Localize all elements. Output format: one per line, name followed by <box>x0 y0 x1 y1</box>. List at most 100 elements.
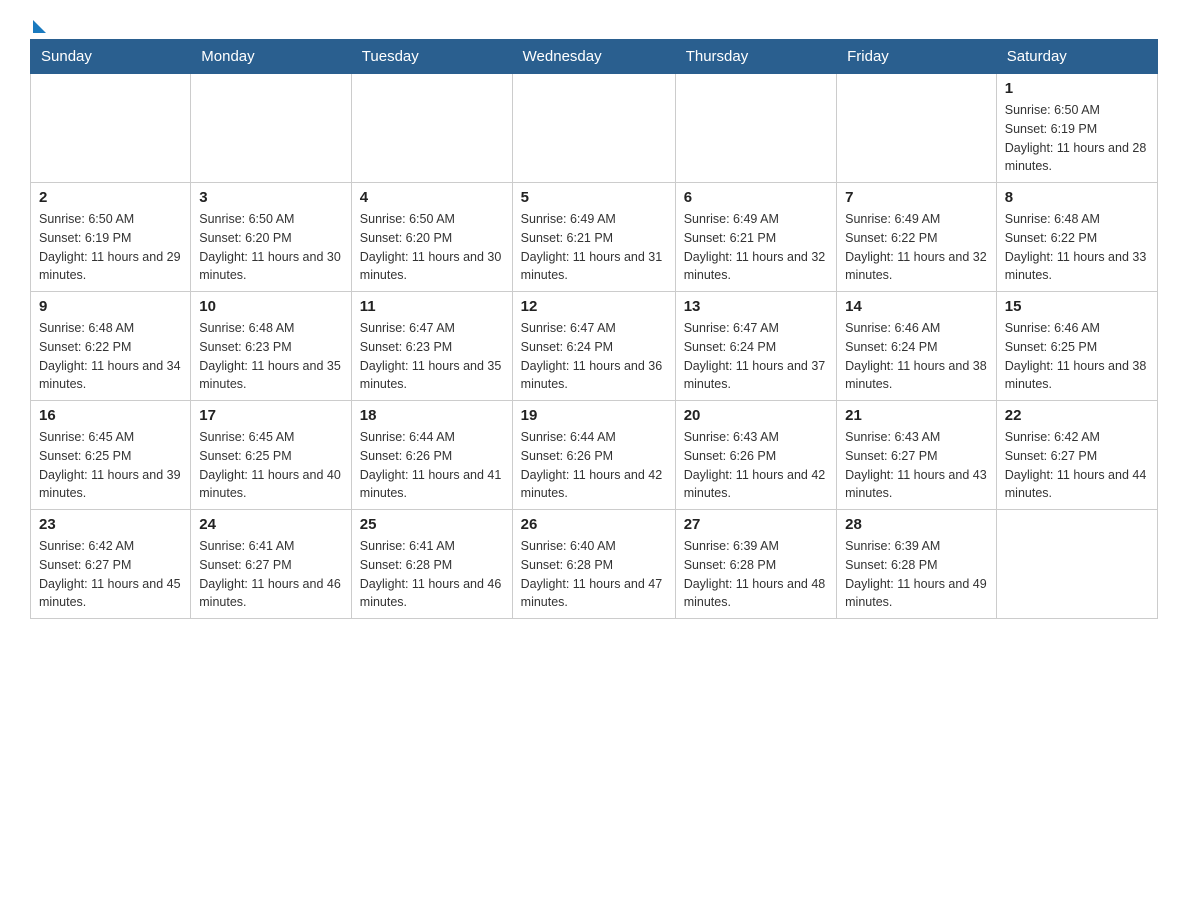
day-info: Sunrise: 6:50 AM Sunset: 6:20 PM Dayligh… <box>199 210 343 285</box>
calendar-day-cell: 3 Sunrise: 6:50 AM Sunset: 6:20 PM Daylig… <box>191 183 352 292</box>
day-number: 8 <box>1005 189 1149 206</box>
day-info: Sunrise: 6:47 AM Sunset: 6:23 PM Dayligh… <box>360 319 504 394</box>
calendar-day-cell <box>191 74 352 183</box>
calendar-day-cell: 5 Sunrise: 6:49 AM Sunset: 6:21 PM Daylig… <box>512 183 675 292</box>
day-info: Sunrise: 6:42 AM Sunset: 6:27 PM Dayligh… <box>39 537 182 612</box>
calendar-day-cell: 2 Sunrise: 6:50 AM Sunset: 6:19 PM Daylig… <box>31 183 191 292</box>
calendar-week-row: 23 Sunrise: 6:42 AM Sunset: 6:27 PM Dayli… <box>31 510 1158 619</box>
calendar-day-cell <box>675 74 836 183</box>
day-number: 10 <box>199 298 343 315</box>
day-info: Sunrise: 6:47 AM Sunset: 6:24 PM Dayligh… <box>684 319 828 394</box>
day-info: Sunrise: 6:50 AM Sunset: 6:19 PM Dayligh… <box>39 210 182 285</box>
logo-triangle-icon <box>33 20 46 33</box>
day-info: Sunrise: 6:45 AM Sunset: 6:25 PM Dayligh… <box>199 428 343 503</box>
day-info: Sunrise: 6:42 AM Sunset: 6:27 PM Dayligh… <box>1005 428 1149 503</box>
calendar-day-cell: 20 Sunrise: 6:43 AM Sunset: 6:26 PM Dayli… <box>675 401 836 510</box>
day-number: 7 <box>845 189 988 206</box>
day-number: 17 <box>199 407 343 424</box>
logo <box>30 20 46 29</box>
calendar-day-cell: 21 Sunrise: 6:43 AM Sunset: 6:27 PM Dayli… <box>837 401 997 510</box>
calendar-day-cell <box>31 74 191 183</box>
calendar-day-cell: 19 Sunrise: 6:44 AM Sunset: 6:26 PM Dayli… <box>512 401 675 510</box>
day-number: 16 <box>39 407 182 424</box>
calendar-day-cell: 27 Sunrise: 6:39 AM Sunset: 6:28 PM Dayli… <box>675 510 836 619</box>
calendar-day-cell: 17 Sunrise: 6:45 AM Sunset: 6:25 PM Dayli… <box>191 401 352 510</box>
weekday-header-monday: Monday <box>191 40 352 74</box>
day-number: 24 <box>199 516 343 533</box>
calendar-day-cell: 18 Sunrise: 6:44 AM Sunset: 6:26 PM Dayli… <box>351 401 512 510</box>
calendar-day-cell <box>512 74 675 183</box>
calendar-day-cell <box>351 74 512 183</box>
day-info: Sunrise: 6:43 AM Sunset: 6:27 PM Dayligh… <box>845 428 988 503</box>
day-info: Sunrise: 6:49 AM Sunset: 6:21 PM Dayligh… <box>521 210 667 285</box>
day-info: Sunrise: 6:44 AM Sunset: 6:26 PM Dayligh… <box>360 428 504 503</box>
calendar-day-cell: 7 Sunrise: 6:49 AM Sunset: 6:22 PM Daylig… <box>837 183 997 292</box>
day-number: 26 <box>521 516 667 533</box>
day-info: Sunrise: 6:48 AM Sunset: 6:23 PM Dayligh… <box>199 319 343 394</box>
day-info: Sunrise: 6:47 AM Sunset: 6:24 PM Dayligh… <box>521 319 667 394</box>
day-info: Sunrise: 6:44 AM Sunset: 6:26 PM Dayligh… <box>521 428 667 503</box>
day-number: 4 <box>360 189 504 206</box>
day-info: Sunrise: 6:49 AM Sunset: 6:22 PM Dayligh… <box>845 210 988 285</box>
calendar-day-cell: 25 Sunrise: 6:41 AM Sunset: 6:28 PM Dayli… <box>351 510 512 619</box>
weekday-header-tuesday: Tuesday <box>351 40 512 74</box>
weekday-header-friday: Friday <box>837 40 997 74</box>
calendar-day-cell <box>837 74 997 183</box>
calendar-day-cell: 12 Sunrise: 6:47 AM Sunset: 6:24 PM Dayli… <box>512 292 675 401</box>
day-number: 19 <box>521 407 667 424</box>
calendar-day-cell: 24 Sunrise: 6:41 AM Sunset: 6:27 PM Dayli… <box>191 510 352 619</box>
day-info: Sunrise: 6:48 AM Sunset: 6:22 PM Dayligh… <box>1005 210 1149 285</box>
day-number: 12 <box>521 298 667 315</box>
weekday-header-thursday: Thursday <box>675 40 836 74</box>
day-number: 23 <box>39 516 182 533</box>
calendar-day-cell: 11 Sunrise: 6:47 AM Sunset: 6:23 PM Dayli… <box>351 292 512 401</box>
calendar-day-cell: 16 Sunrise: 6:45 AM Sunset: 6:25 PM Dayli… <box>31 401 191 510</box>
calendar-day-cell: 9Sunrise: 6:48 AM Sunset: 6:22 PM Daylig… <box>31 292 191 401</box>
day-number: 14 <box>845 298 988 315</box>
calendar-day-cell: 8 Sunrise: 6:48 AM Sunset: 6:22 PM Daylig… <box>996 183 1157 292</box>
day-number: 20 <box>684 407 828 424</box>
calendar-week-row: 1 Sunrise: 6:50 AM Sunset: 6:19 PM Daylig… <box>31 74 1158 183</box>
calendar-day-cell: 23 Sunrise: 6:42 AM Sunset: 6:27 PM Dayli… <box>31 510 191 619</box>
weekday-header-saturday: Saturday <box>996 40 1157 74</box>
calendar-header-row: SundayMondayTuesdayWednesdayThursdayFrid… <box>31 40 1158 74</box>
day-number: 15 <box>1005 298 1149 315</box>
weekday-header-sunday: Sunday <box>31 40 191 74</box>
day-info: Sunrise: 6:39 AM Sunset: 6:28 PM Dayligh… <box>845 537 988 612</box>
calendar-day-cell <box>996 510 1157 619</box>
day-number: 18 <box>360 407 504 424</box>
day-number: 21 <box>845 407 988 424</box>
day-info: Sunrise: 6:40 AM Sunset: 6:28 PM Dayligh… <box>521 537 667 612</box>
calendar-day-cell: 4 Sunrise: 6:50 AM Sunset: 6:20 PM Daylig… <box>351 183 512 292</box>
page-header <box>30 20 1158 29</box>
calendar-day-cell: 28 Sunrise: 6:39 AM Sunset: 6:28 PM Dayli… <box>837 510 997 619</box>
day-number: 5 <box>521 189 667 206</box>
calendar-day-cell: 22 Sunrise: 6:42 AM Sunset: 6:27 PM Dayli… <box>996 401 1157 510</box>
day-info: Sunrise: 6:46 AM Sunset: 6:24 PM Dayligh… <box>845 319 988 394</box>
day-number: 28 <box>845 516 988 533</box>
day-info: Sunrise: 6:50 AM Sunset: 6:19 PM Dayligh… <box>1005 101 1149 176</box>
day-info: Sunrise: 6:43 AM Sunset: 6:26 PM Dayligh… <box>684 428 828 503</box>
calendar-day-cell: 26 Sunrise: 6:40 AM Sunset: 6:28 PM Dayli… <box>512 510 675 619</box>
day-info: Sunrise: 6:45 AM Sunset: 6:25 PM Dayligh… <box>39 428 182 503</box>
day-info: Sunrise: 6:46 AM Sunset: 6:25 PM Dayligh… <box>1005 319 1149 394</box>
day-number: 2 <box>39 189 182 206</box>
day-info: Sunrise: 6:41 AM Sunset: 6:27 PM Dayligh… <box>199 537 343 612</box>
weekday-header-wednesday: Wednesday <box>512 40 675 74</box>
calendar-day-cell: 15 Sunrise: 6:46 AM Sunset: 6:25 PM Dayli… <box>996 292 1157 401</box>
day-info: Sunrise: 6:50 AM Sunset: 6:20 PM Dayligh… <box>360 210 504 285</box>
day-number: 1 <box>1005 80 1149 97</box>
calendar-day-cell: 14 Sunrise: 6:46 AM Sunset: 6:24 PM Dayli… <box>837 292 997 401</box>
day-info: Sunrise: 6:41 AM Sunset: 6:28 PM Dayligh… <box>360 537 504 612</box>
day-number: 27 <box>684 516 828 533</box>
day-number: 22 <box>1005 407 1149 424</box>
calendar-week-row: 9Sunrise: 6:48 AM Sunset: 6:22 PM Daylig… <box>31 292 1158 401</box>
calendar-day-cell: 6Sunrise: 6:49 AM Sunset: 6:21 PM Daylig… <box>675 183 836 292</box>
calendar-week-row: 16 Sunrise: 6:45 AM Sunset: 6:25 PM Dayli… <box>31 401 1158 510</box>
day-number: 11 <box>360 298 504 315</box>
day-info: Sunrise: 6:39 AM Sunset: 6:28 PM Dayligh… <box>684 537 828 612</box>
day-number: 3 <box>199 189 343 206</box>
day-number: 25 <box>360 516 504 533</box>
day-number: 9 <box>39 298 182 315</box>
calendar-day-cell: 1 Sunrise: 6:50 AM Sunset: 6:19 PM Daylig… <box>996 74 1157 183</box>
